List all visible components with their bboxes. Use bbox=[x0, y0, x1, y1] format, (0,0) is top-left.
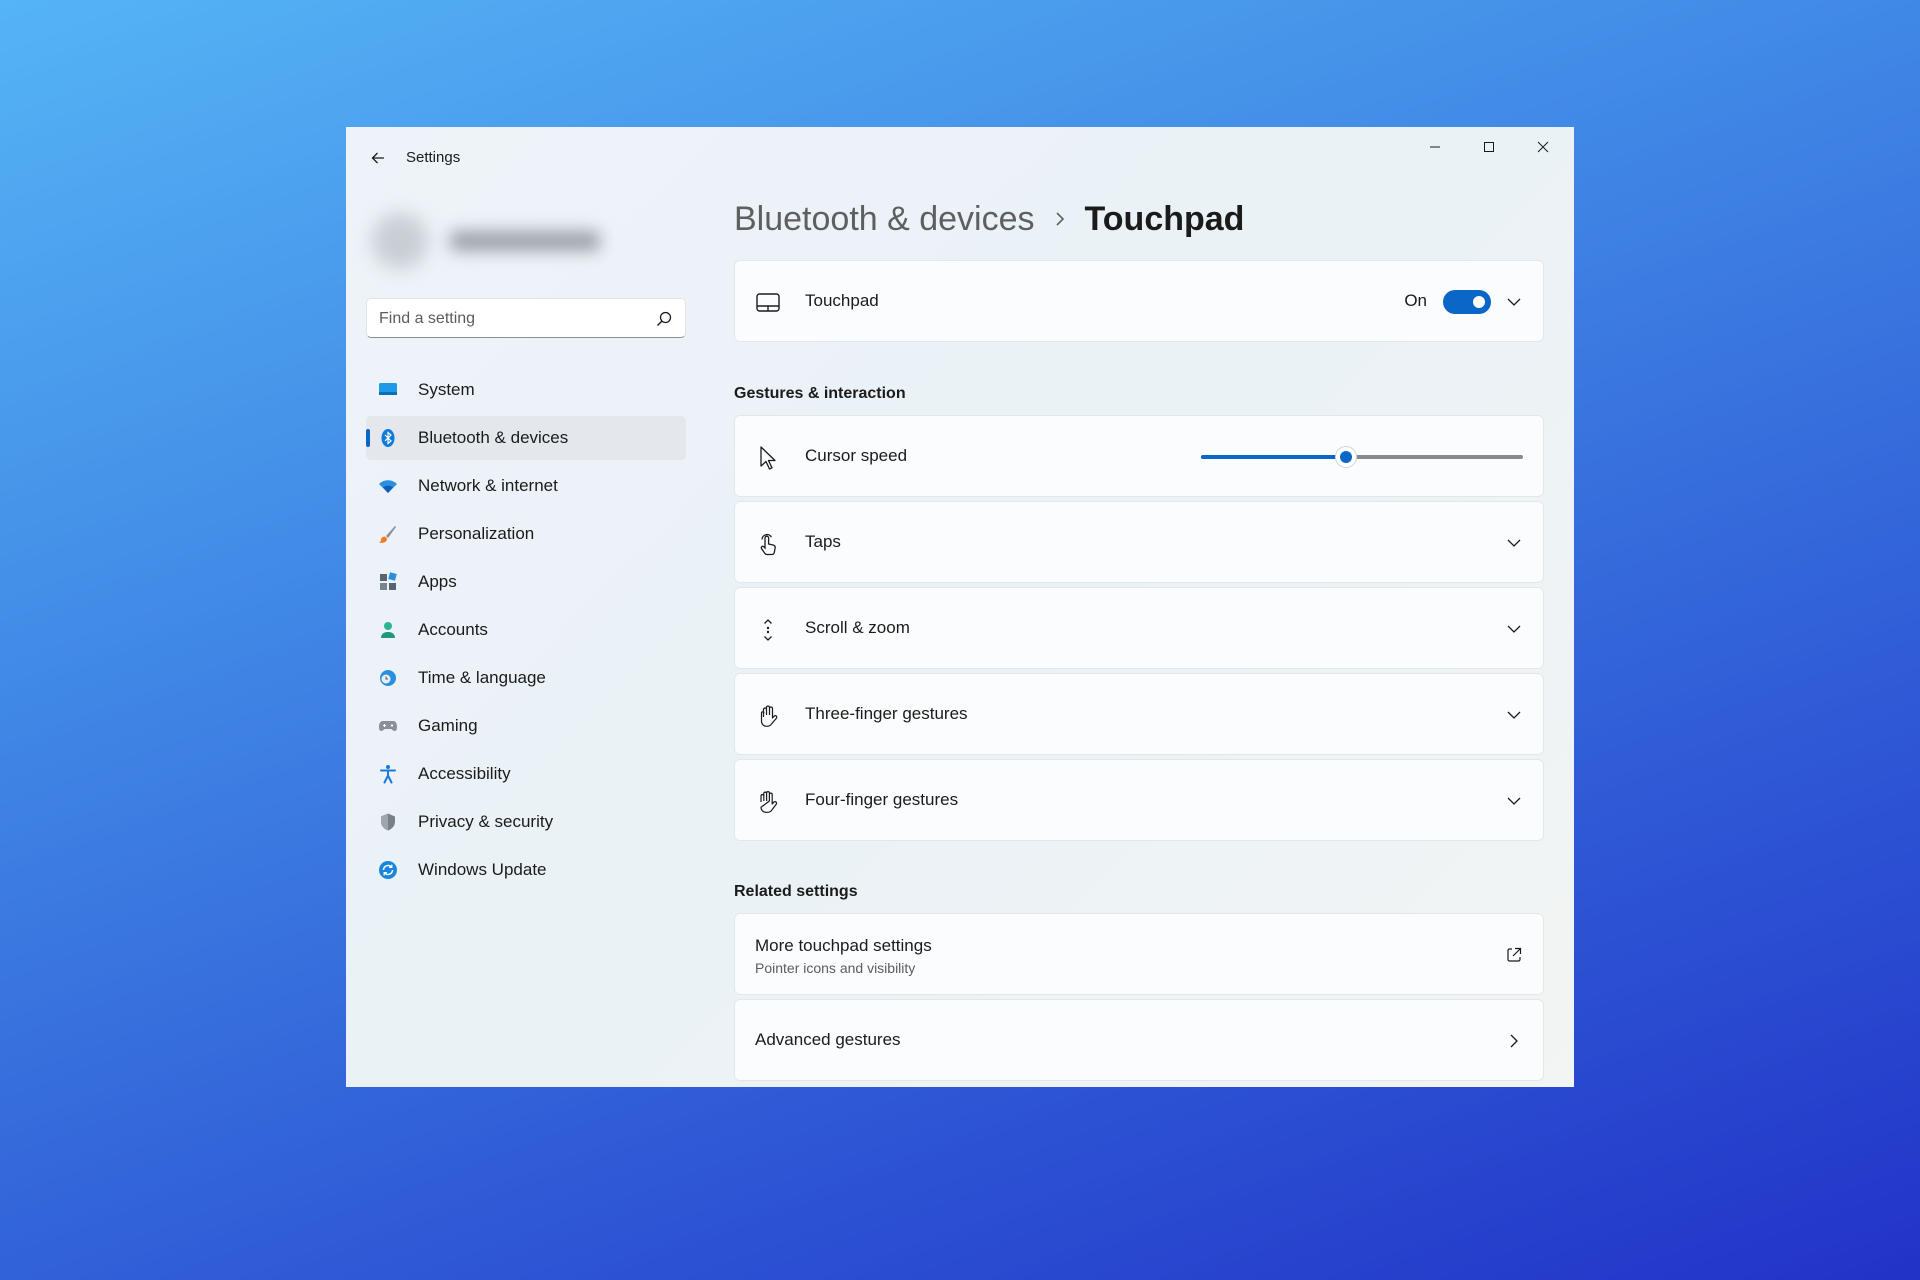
avatar bbox=[372, 213, 428, 269]
toggle-knob bbox=[1473, 296, 1485, 308]
touchpad-card[interactable]: Touchpad On bbox=[734, 260, 1544, 342]
sidebar-item-label: Network & internet bbox=[418, 476, 558, 495]
cursor-speed-card: Cursor speed bbox=[734, 415, 1544, 497]
sidebar-item-bluetooth-devices[interactable]: Bluetooth & devices bbox=[366, 416, 686, 460]
chevron-down-icon[interactable] bbox=[1505, 792, 1523, 810]
sidebar-item-personalization[interactable]: Personalization bbox=[366, 512, 686, 556]
touchpad-toggle[interactable] bbox=[1443, 290, 1491, 314]
chevron-down-icon[interactable] bbox=[1505, 534, 1523, 552]
sidebar-item-gaming[interactable]: Gaming bbox=[366, 704, 686, 748]
search-icon[interactable] bbox=[655, 310, 673, 328]
sidebar-item-label: Accounts bbox=[418, 620, 488, 639]
scroll-zoom-label: Scroll & zoom bbox=[805, 618, 910, 637]
sidebar-item-label: Gaming bbox=[418, 716, 478, 735]
apps-icon bbox=[380, 572, 397, 590]
minimize-icon bbox=[1430, 146, 1440, 148]
toggle-state-label: On bbox=[1404, 291, 1427, 310]
breadcrumb-parent[interactable]: Bluetooth & devices bbox=[734, 200, 1035, 239]
sidebar-item-network[interactable]: Network & internet bbox=[366, 464, 686, 508]
cursor-icon bbox=[760, 446, 776, 470]
more-touchpad-subtitle: Pointer icons and visibility bbox=[755, 960, 916, 976]
chevron-down-icon[interactable] bbox=[1505, 706, 1523, 724]
user-profile[interactable] bbox=[366, 195, 636, 291]
monitor-icon bbox=[379, 383, 397, 395]
title-bar: Settings bbox=[346, 127, 1574, 187]
more-touchpad-title: More touchpad settings bbox=[755, 936, 932, 955]
search-box[interactable] bbox=[366, 298, 686, 338]
taps-label: Taps bbox=[805, 532, 841, 551]
back-arrow-icon bbox=[371, 152, 384, 164]
touchpad-label: Touchpad bbox=[805, 291, 879, 310]
cursor-speed-slider[interactable] bbox=[1201, 446, 1523, 468]
accessibility-icon bbox=[380, 765, 396, 784]
related-section-title: Related settings bbox=[734, 883, 858, 900]
page-title: Touchpad bbox=[1084, 199, 1245, 238]
gamepad-icon bbox=[379, 721, 397, 731]
breadcrumb: Bluetooth & devices Touchpad bbox=[734, 197, 1244, 241]
breadcrumb-separator-icon bbox=[1053, 211, 1067, 227]
close-button[interactable] bbox=[1516, 127, 1570, 167]
sidebar-item-label: Bluetooth & devices bbox=[418, 428, 569, 447]
chevron-down-icon[interactable] bbox=[1505, 293, 1523, 311]
chevron-right-icon bbox=[1510, 1034, 1518, 1048]
advanced-gestures-link[interactable]: Advanced gestures bbox=[734, 999, 1544, 1081]
advanced-gestures-title: Advanced gestures bbox=[755, 1030, 901, 1049]
touchpad-icon bbox=[756, 293, 780, 312]
minimize-button[interactable] bbox=[1408, 127, 1462, 167]
sidebar-item-privacy[interactable]: Privacy & security bbox=[366, 800, 686, 844]
person-icon bbox=[381, 622, 395, 638]
settings-window: Settings System bbox=[346, 127, 1574, 1087]
sidebar-item-label: System bbox=[418, 380, 475, 399]
maximize-button[interactable] bbox=[1462, 127, 1516, 167]
sidebar-item-label: Apps bbox=[418, 572, 457, 591]
bluetooth-icon bbox=[381, 429, 395, 447]
sidebar-item-label: Accessibility bbox=[418, 764, 511, 783]
close-icon bbox=[1537, 141, 1549, 153]
sidebar-item-apps[interactable]: Apps bbox=[366, 560, 686, 604]
slider-thumb[interactable] bbox=[1334, 446, 1357, 468]
slider-fill bbox=[1201, 455, 1346, 459]
hand-icon bbox=[760, 791, 778, 813]
four-finger-gestures-card[interactable]: Four-finger gestures bbox=[734, 759, 1544, 841]
sidebar-item-windows-update[interactable]: Windows Update bbox=[366, 848, 686, 892]
tap-icon bbox=[760, 533, 776, 556]
maximize-icon bbox=[1484, 142, 1494, 152]
three-finger-label: Three-finger gestures bbox=[805, 704, 968, 723]
app-title: Settings bbox=[406, 149, 461, 166]
back-button[interactable] bbox=[362, 143, 394, 173]
sidebar-item-label: Personalization bbox=[418, 524, 535, 543]
shield-icon bbox=[381, 813, 395, 831]
hand-icon bbox=[760, 705, 778, 727]
three-finger-gestures-card[interactable]: Three-finger gestures bbox=[734, 673, 1544, 755]
more-touchpad-settings-link[interactable]: More touchpad settings Pointer icons and… bbox=[734, 913, 1544, 995]
sidebar-item-label: Time & language bbox=[418, 668, 546, 687]
profile-name-blurred bbox=[450, 231, 600, 251]
scroll-icon bbox=[764, 619, 772, 641]
globe-clock-icon bbox=[380, 670, 396, 686]
open-external-icon bbox=[1507, 947, 1522, 962]
update-icon bbox=[379, 861, 397, 879]
sidebar-item-accessibility[interactable]: Accessibility bbox=[366, 752, 686, 796]
gestures-section-title: Gestures & interaction bbox=[734, 385, 906, 402]
sidebar-nav: System Bluetooth & devices Network & int… bbox=[366, 368, 686, 896]
sidebar-item-system[interactable]: System bbox=[366, 368, 686, 412]
sidebar-item-label: Windows Update bbox=[418, 860, 547, 879]
four-finger-label: Four-finger gestures bbox=[805, 790, 959, 809]
sidebar-item-label: Privacy & security bbox=[418, 812, 554, 831]
cursor-speed-label: Cursor speed bbox=[805, 446, 908, 465]
brush-icon bbox=[379, 526, 396, 543]
taps-card[interactable]: Taps bbox=[734, 501, 1544, 583]
chevron-down-icon[interactable] bbox=[1505, 620, 1523, 638]
scroll-zoom-card[interactable]: Scroll & zoom bbox=[734, 587, 1544, 669]
sidebar-item-accounts[interactable]: Accounts bbox=[366, 608, 686, 652]
sidebar-item-time-language[interactable]: Time & language bbox=[366, 656, 686, 700]
search-input[interactable] bbox=[379, 308, 649, 330]
wifi-icon bbox=[379, 480, 397, 493]
